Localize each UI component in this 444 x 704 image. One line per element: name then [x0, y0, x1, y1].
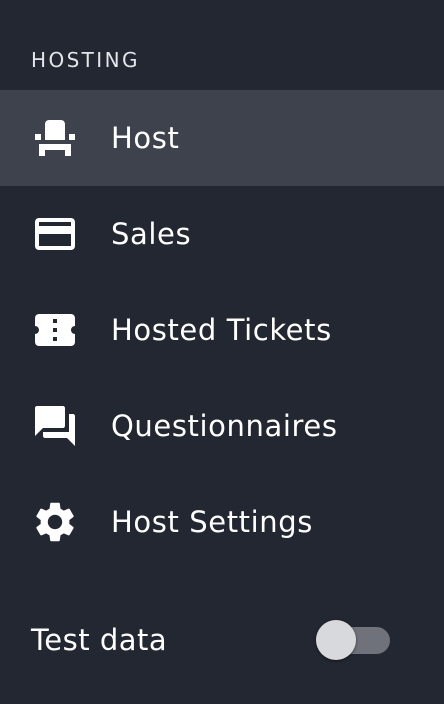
nav-label-host: Host	[111, 121, 180, 155]
test-data-label: Test data	[31, 623, 168, 657]
nav-label-questionnaires: Questionnaires	[111, 409, 338, 443]
section-heading: HOSTING	[31, 48, 140, 72]
nav-item-hosted-tickets[interactable]: Hosted Tickets	[0, 282, 444, 378]
nav-label-hosted-tickets: Hosted Tickets	[111, 313, 332, 347]
nav-item-sales[interactable]: Sales	[0, 186, 444, 282]
ticket-icon	[31, 306, 79, 354]
nav-label-sales: Sales	[111, 217, 192, 251]
nav-item-questionnaires[interactable]: Questionnaires	[0, 378, 444, 474]
forum-icon	[31, 402, 79, 450]
nav-item-host-settings[interactable]: Host Settings	[0, 474, 444, 570]
seat-icon	[31, 114, 79, 162]
hosting-sidebar: HOSTING Host Sales Hosted Tickets Questi…	[0, 0, 444, 704]
nav-label-host-settings: Host Settings	[111, 505, 313, 539]
credit-card-icon	[31, 210, 79, 258]
gear-icon	[31, 498, 79, 546]
toggle-thumb	[316, 620, 356, 660]
nav-list: Host Sales Hosted Tickets Questionnaires…	[0, 90, 444, 570]
test-data-row: Test data	[0, 610, 444, 670]
nav-item-host[interactable]: Host	[0, 90, 444, 186]
test-data-toggle[interactable]	[316, 620, 392, 660]
